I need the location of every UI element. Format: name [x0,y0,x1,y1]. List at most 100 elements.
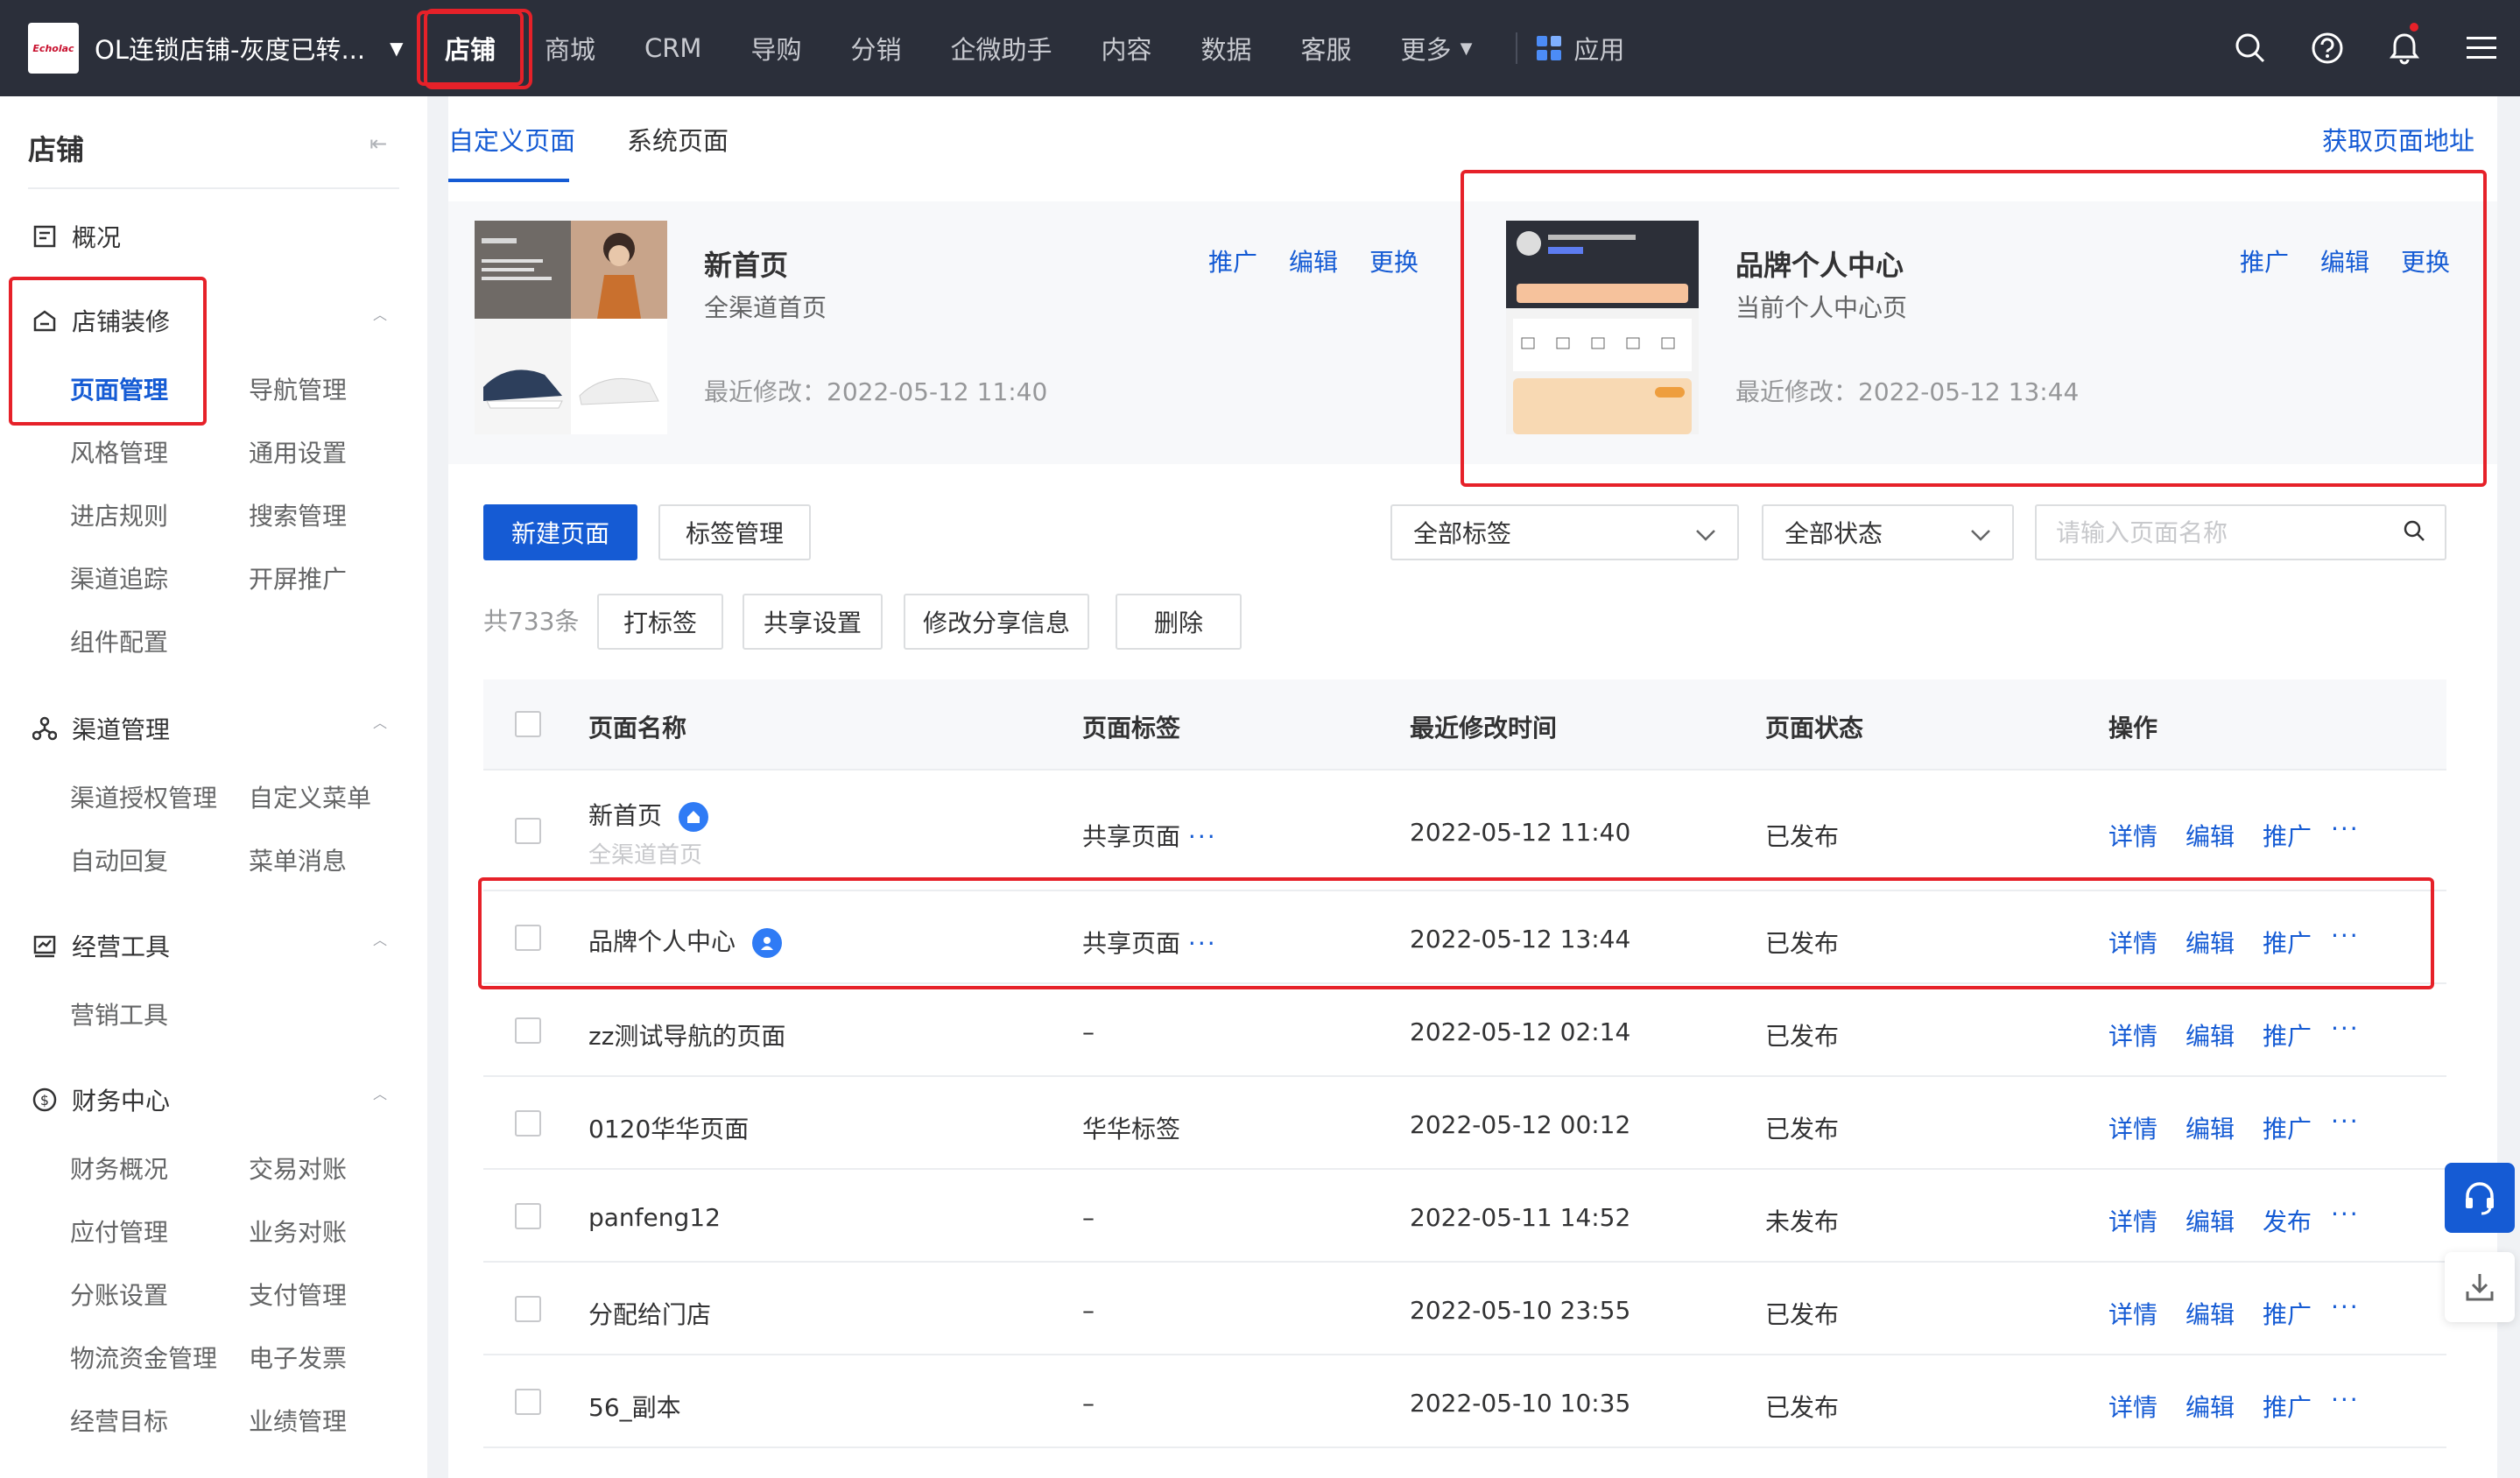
store-switcher[interactable]: Echolac OL连锁店铺-灰度已转... ▼ [0,0,420,96]
search-icon[interactable] [2403,519,2425,545]
get-page-url-link[interactable]: 获取页面地址 [2322,121,2474,158]
batch-edit-share-info-button[interactable]: 修改分享信息 [904,594,1089,650]
chevron-up-icon[interactable]: ︿ [373,711,387,732]
row-checkbox[interactable] [515,1110,541,1137]
sidebar-item-entry-rules[interactable]: 进店规则 [70,497,168,532]
more-actions-icon[interactable]: ··· [2331,1385,2360,1414]
sidebar-item-e-invoice[interactable]: 电子发票 [249,1340,347,1375]
publish-link[interactable]: 发布 [2263,1203,2312,1238]
row-checkbox[interactable] [515,1017,541,1044]
page-name-link[interactable]: 分配给门店 [588,1296,711,1331]
detail-link[interactable]: 详情 [2108,1017,2157,1052]
edit-link[interactable]: 编辑 [1289,243,1338,278]
edit-link[interactable]: 编辑 [2320,243,2369,278]
sidebar-group-channel[interactable]: 渠道管理 [32,711,170,746]
replace-link[interactable]: 更换 [2401,243,2450,278]
sidebar-item-transaction-reconcile[interactable]: 交易对账 [249,1151,347,1186]
promote-link[interactable]: 推广 [1208,243,1257,278]
sidebar-item-custom-menu[interactable]: 自定义菜单 [249,779,371,814]
sidebar-item-finance-overview[interactable]: 财务概况 [70,1151,168,1186]
nav-item-store[interactable]: 店铺 [416,0,524,96]
sidebar-item-auto-reply[interactable]: 自动回复 [70,842,168,877]
edit-link[interactable]: 编辑 [2186,1203,2235,1238]
row-checkbox[interactable] [515,1296,541,1322]
row-checkbox[interactable] [515,1203,541,1229]
nav-item-wecom-assistant[interactable]: 企微助手 [926,0,1076,96]
more-actions-icon[interactable]: ··· [2331,921,2360,950]
edit-link[interactable]: 编辑 [2186,1296,2235,1331]
sidebar-item-menu-message[interactable]: 菜单消息 [249,842,347,877]
batch-tag-button[interactable]: 打标签 [597,594,723,650]
search-icon[interactable] [2212,0,2289,96]
page-name-link[interactable]: 品牌个人中心 [588,927,736,956]
sidebar-item-channel-tracking[interactable]: 渠道追踪 [70,560,168,595]
sidebar-item-style-management[interactable]: 风格管理 [70,434,168,469]
nav-item-data[interactable]: 数据 [1177,0,1277,96]
sidebar-item-page-management[interactable]: 页面管理 [70,371,168,406]
new-page-button[interactable]: 新建页面 [483,504,637,560]
more-actions-icon[interactable]: ··· [2331,814,2360,843]
sidebar-item-splash-promotion[interactable]: 开屏推广 [249,560,347,595]
tab-custom-pages[interactable]: 自定义页面 [448,121,575,158]
nav-item-content[interactable]: 内容 [1077,0,1177,96]
more-tags-icon[interactable]: ··· [1188,822,1217,851]
nav-item-crm[interactable]: CRM [620,0,726,96]
promote-link[interactable]: 推广 [2263,925,2312,960]
promote-link[interactable]: 推广 [2263,1389,2312,1424]
sidebar-group-finance[interactable]: $ 财务中心 [32,1082,170,1117]
nav-item-customer-service[interactable]: 客服 [1277,0,1376,96]
row-checkbox[interactable] [515,925,541,951]
detail-link[interactable]: 详情 [2108,1203,2157,1238]
replace-link[interactable]: 更换 [1369,243,1418,278]
download-button[interactable] [2445,1252,2515,1322]
sidebar-group-tools[interactable]: 经营工具 [32,928,170,963]
chevron-up-icon[interactable]: ︿ [373,928,387,949]
row-checkbox[interactable] [515,1389,541,1415]
page-name-link[interactable]: panfeng12 [588,1203,721,1232]
status-filter-select[interactable]: 全部状态 [1762,504,2014,560]
more-actions-icon[interactable]: ··· [2331,1014,2360,1043]
edit-link[interactable]: 编辑 [2186,925,2235,960]
nav-item-mall[interactable]: 商城 [520,0,620,96]
detail-link[interactable]: 详情 [2108,818,2157,853]
page-name-link[interactable]: zz测试导航的页面 [588,1017,785,1052]
sidebar-item-component-config[interactable]: 组件配置 [70,623,168,658]
sidebar-item-general-settings[interactable]: 通用设置 [249,434,347,469]
sidebar-item-business-reconcile[interactable]: 业务对账 [249,1214,347,1249]
batch-share-settings-button[interactable]: 共享设置 [743,594,883,650]
notification-bell-icon[interactable] [2366,0,2443,96]
edit-link[interactable]: 编辑 [2186,1110,2235,1145]
sidebar-item-business-goals[interactable]: 经营目标 [70,1403,168,1438]
chevron-up-icon[interactable]: ︿ [373,303,387,324]
promote-link[interactable]: 推广 [2263,1296,2312,1331]
collapse-sidebar-icon[interactable]: ⇤ [370,131,387,156]
more-tags-icon[interactable]: ··· [1188,929,1217,958]
nav-item-distribution[interactable]: 分销 [826,0,926,96]
detail-link[interactable]: 详情 [2108,925,2157,960]
detail-link[interactable]: 详情 [2108,1296,2157,1331]
page-name-search-input[interactable] [2056,517,2389,547]
sidebar-item-payables[interactable]: 应付管理 [70,1214,168,1249]
chevron-up-icon[interactable]: ︿ [373,1082,387,1103]
tag-filter-select[interactable]: 全部标签 [1390,504,1739,560]
detail-link[interactable]: 详情 [2108,1110,2157,1145]
promote-link[interactable]: 推广 [2263,1110,2312,1145]
promote-link[interactable]: 推广 [2263,1017,2312,1052]
page-name-link[interactable]: 56_副本 [588,1389,681,1424]
tab-system-pages[interactable]: 系统页面 [627,121,729,158]
sidebar-item-nav-management[interactable]: 导航管理 [249,371,347,406]
sidebar-item-overview[interactable]: 概况 [32,219,121,254]
sidebar-item-payment-management[interactable]: 支付管理 [249,1277,347,1312]
detail-link[interactable]: 详情 [2108,1389,2157,1424]
apps-button[interactable]: 应用 [1537,30,1624,67]
help-icon[interactable] [2289,0,2366,96]
page-name-link[interactable]: 新首页 [588,801,662,830]
promote-link[interactable]: 推广 [2263,818,2312,853]
customer-service-button[interactable] [2445,1163,2515,1233]
batch-delete-button[interactable]: 删除 [1116,594,1242,650]
sidebar-item-performance[interactable]: 业绩管理 [249,1403,347,1438]
edit-link[interactable]: 编辑 [2186,1017,2235,1052]
select-all-checkbox[interactable] [515,711,541,737]
row-checkbox[interactable] [515,818,541,844]
more-actions-icon[interactable]: ··· [2331,1292,2360,1321]
